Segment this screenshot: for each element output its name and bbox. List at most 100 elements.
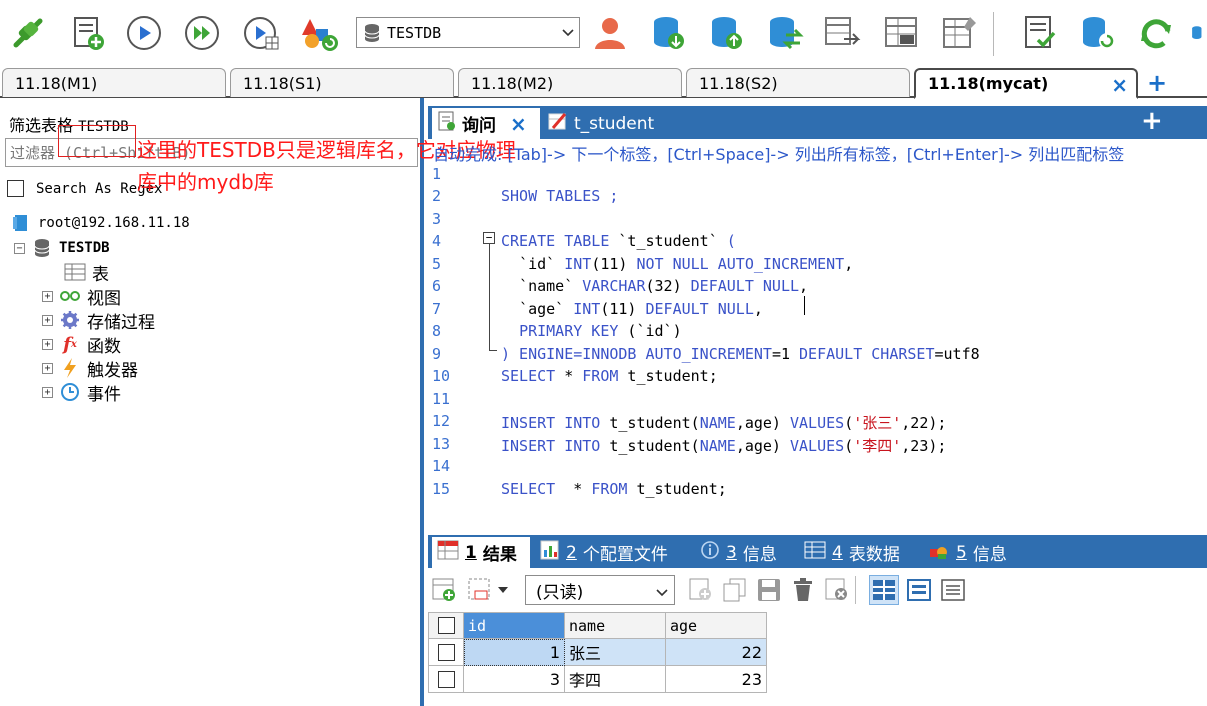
select-all-checkbox[interactable]: [428, 612, 464, 639]
tree-label: 触发器: [87, 360, 138, 381]
close-icon[interactable]: ×: [510, 112, 527, 136]
tree-item-tables[interactable]: 表: [64, 261, 109, 285]
regex-checkbox[interactable]: [7, 180, 24, 197]
tab-label: 个配置文件: [582, 545, 668, 565]
data-sync-icon[interactable]: [880, 10, 924, 56]
tree-item-events[interactable]: + 事件: [42, 381, 121, 405]
expand-icon[interactable]: +: [42, 290, 53, 302]
text-view-icon[interactable]: [938, 575, 968, 605]
new-query-icon[interactable]: [66, 10, 110, 56]
line-number: 9: [432, 345, 442, 363]
grid-view-icon[interactable]: [869, 575, 899, 605]
save-icon[interactable]: [754, 575, 784, 605]
line-number: 13: [432, 435, 451, 453]
tab-connection-s1[interactable]: 11.18(S1): [230, 68, 454, 97]
tab-label: 11.18(S2): [699, 73, 778, 93]
expand-icon[interactable]: +: [42, 386, 53, 398]
row-checkbox[interactable]: [428, 639, 464, 666]
tab-connection-m2[interactable]: 11.18(M2): [458, 68, 682, 97]
more-tools-icon[interactable]: [1190, 10, 1207, 56]
execute-selected-icon[interactable]: [240, 10, 284, 56]
row-checkbox[interactable]: [428, 666, 464, 693]
table-row[interactable]: 1 张三 22: [428, 639, 767, 666]
tab-results[interactable]: 1 结果: [432, 537, 530, 568]
report-icon[interactable]: [1018, 10, 1062, 56]
execute-icon[interactable]: [122, 10, 166, 56]
profile-icon: [540, 540, 560, 565]
cell-age[interactable]: 23: [666, 666, 767, 693]
tree-item-procedures[interactable]: + 存储过程: [42, 309, 155, 333]
readonly-label: (只读): [536, 582, 584, 603]
readonly-select[interactable]: (只读): [525, 575, 675, 605]
tab-label: 询问: [462, 116, 496, 136]
fold-guide: [489, 240, 490, 350]
tree-item-functions[interactable]: + fx 函数: [42, 333, 121, 357]
refresh-icon[interactable]: [1134, 10, 1178, 56]
tab-info[interactable]: 3 信息: [700, 537, 777, 568]
add-row-icon[interactable]: [430, 575, 460, 605]
tab-connection-s2[interactable]: 11.18(S2): [686, 68, 910, 97]
table-edit-icon: [548, 111, 568, 136]
tab-label: 11.18(mycat): [928, 74, 1049, 93]
database-select[interactable]: TESTDB: [356, 17, 580, 48]
copy-row-icon[interactable]: [720, 575, 750, 605]
form-view-icon[interactable]: [904, 575, 934, 605]
add-tab-icon[interactable]: +: [1147, 69, 1167, 97]
tab-label: 11.18(S1): [243, 73, 322, 93]
collapse-icon[interactable]: −: [14, 242, 25, 254]
query-icon: [438, 111, 456, 136]
delete-icon[interactable]: [788, 575, 818, 605]
cell-id[interactable]: 1: [464, 639, 565, 666]
tab-info-2[interactable]: 5 信息: [928, 537, 1007, 568]
cell-id[interactable]: 3: [464, 666, 565, 693]
line-number: 8: [432, 322, 442, 340]
expand-icon[interactable]: +: [42, 362, 53, 374]
backup-db-icon[interactable]: [646, 10, 690, 56]
tab-label: t_student: [574, 113, 655, 134]
tree-item-triggers[interactable]: + 触发器: [42, 357, 138, 381]
sql-editor[interactable]: 1 2 3 4 5 6 7 8 9 10 11 12 13 14 15 − SH…: [428, 161, 1207, 526]
code-line-12: INSERT INTO t_student(NAME,age) VALUES('…: [501, 414, 947, 432]
schema-sync-icon[interactable]: [820, 10, 864, 56]
column-header-name[interactable]: name: [565, 612, 666, 639]
tab-table-data[interactable]: 4 表数据: [804, 537, 900, 568]
restore-db-icon[interactable]: [704, 10, 748, 56]
tab-profiles[interactable]: 2 个配置文件: [540, 537, 668, 568]
code-line-9: ) ENGINE=INNODB AUTO_INCREMENT=1 DEFAULT…: [501, 345, 980, 363]
cell-name[interactable]: 张三: [565, 639, 666, 666]
line-number: 10: [432, 367, 451, 385]
clear-icon[interactable]: [822, 575, 852, 605]
column-header-age[interactable]: age: [666, 612, 767, 639]
user-icon[interactable]: [588, 10, 632, 56]
tab-connection-m1[interactable]: 11.18(M1): [2, 68, 226, 97]
fold-toggle-icon[interactable]: −: [483, 232, 495, 244]
execute-all-icon[interactable]: [180, 10, 224, 56]
grid-icon: [437, 540, 459, 565]
main-toolbar: TESTDB: [0, 0, 1207, 66]
cell-age[interactable]: 22: [666, 639, 767, 666]
expand-icon[interactable]: +: [42, 314, 53, 326]
line-number: 11: [432, 390, 451, 408]
db-refresh-icon[interactable]: [1076, 10, 1120, 56]
chevron-down-icon: [498, 587, 508, 593]
table-tool-icon[interactable]: [938, 10, 982, 56]
tab-t-student[interactable]: t_student: [544, 108, 704, 139]
expand-icon[interactable]: +: [42, 338, 53, 350]
tree-database[interactable]: − TESTDB: [14, 237, 110, 259]
cell-name[interactable]: 李四: [565, 666, 666, 693]
code-line-2: SHOW TABLES ;: [501, 187, 619, 205]
column-header-id[interactable]: id: [464, 612, 565, 639]
shapes-refresh-icon[interactable]: [298, 10, 342, 56]
export-dropdown[interactable]: [464, 575, 512, 605]
tab-connection-mycat[interactable]: 11.18(mycat) ×: [914, 68, 1138, 99]
add-tab-icon[interactable]: +: [1141, 106, 1163, 136]
connect-icon[interactable]: [6, 10, 50, 56]
database-icon: [357, 18, 387, 47]
table-row[interactable]: 3 李四 23: [428, 666, 767, 693]
close-icon[interactable]: ×: [1111, 73, 1128, 97]
tree-item-views[interactable]: + 视图: [42, 285, 121, 309]
insert-row-icon[interactable]: [686, 575, 716, 605]
sync-db-icon[interactable]: [762, 10, 806, 56]
tree-connection[interactable]: root@192.168.11.18: [10, 212, 190, 234]
tab-query[interactable]: 询问 ×: [432, 108, 540, 139]
